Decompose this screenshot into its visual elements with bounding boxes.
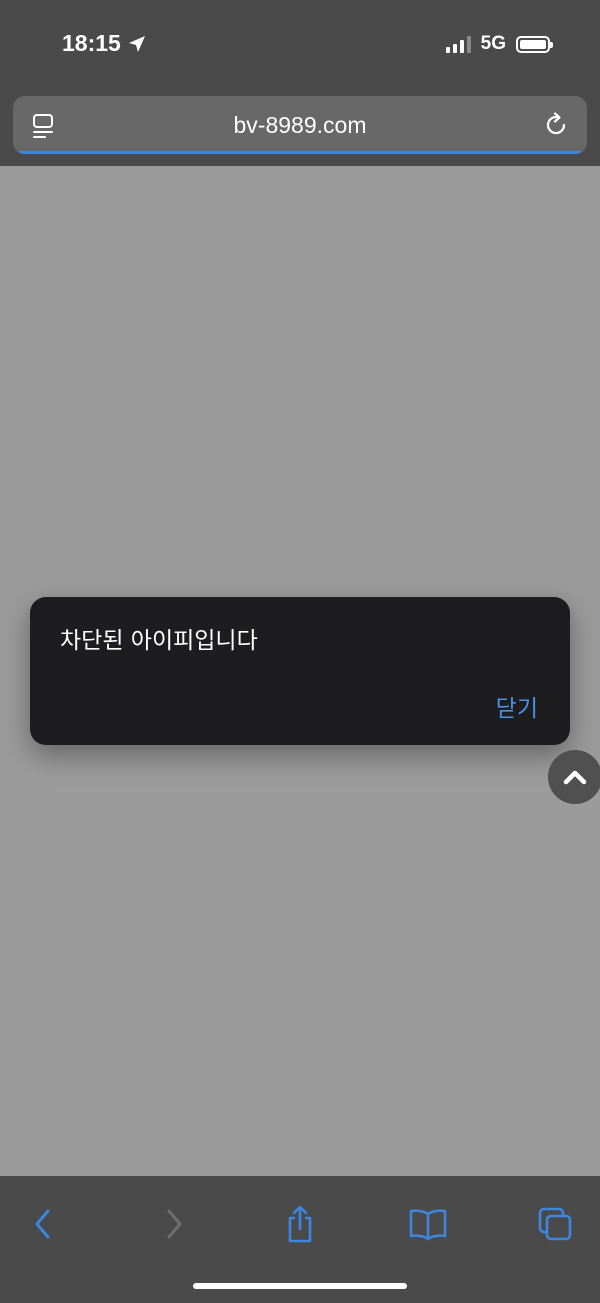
book-icon [409, 1209, 447, 1241]
home-indicator[interactable] [193, 1283, 407, 1289]
time-text: 18:15 [62, 30, 121, 56]
clock: 18:15 [62, 30, 147, 57]
forward-button[interactable] [150, 1202, 198, 1246]
chevron-up-icon [563, 770, 587, 785]
cellular-signal-icon [445, 35, 471, 53]
page-load-progress [13, 151, 587, 154]
alert-message: 차단된 아이피입니다 [60, 628, 258, 654]
alert-dialog: 차단된 아이피입니다 닫기 [30, 597, 570, 745]
status-indicators: 5G [445, 33, 553, 55]
share-icon [288, 1205, 312, 1243]
location-arrow-icon [128, 35, 145, 52]
chevron-left-icon [35, 1209, 50, 1239]
address-bar[interactable]: bv-8989.com [13, 96, 587, 154]
tabs-button[interactable] [531, 1202, 579, 1246]
bookmarks-button[interactable] [404, 1202, 452, 1246]
back-button[interactable] [19, 1202, 67, 1246]
reload-icon[interactable] [541, 110, 571, 140]
tabs-icon [538, 1207, 572, 1241]
status-bar: 18:15 5G [0, 0, 600, 90]
battery-icon [516, 35, 553, 53]
close-button[interactable]: 닫기 [496, 689, 538, 723]
share-button[interactable] [276, 1202, 324, 1246]
url-text[interactable]: bv-8989.com [13, 112, 587, 139]
network-type: 5G [480, 33, 506, 54]
address-bar-area: bv-8989.com [0, 90, 600, 166]
scroll-to-top-button[interactable] [548, 750, 600, 804]
chevron-right-icon [167, 1209, 182, 1239]
